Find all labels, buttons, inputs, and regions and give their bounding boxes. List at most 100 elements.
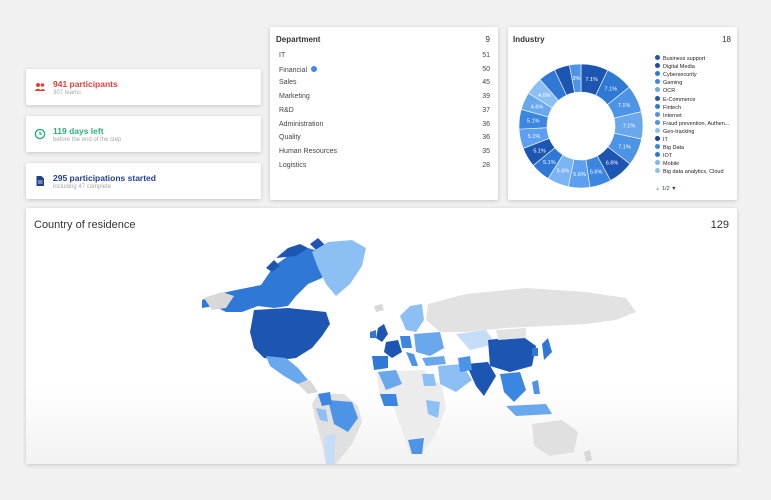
department-row[interactable]: R&D 37 (279, 107, 490, 119)
department-row[interactable]: Marketing 39 (279, 93, 490, 105)
participations-complete: including 47 complete (53, 184, 112, 190)
legend-item[interactable]: Digital Media (655, 63, 695, 71)
legend-swatch (655, 79, 660, 85)
legend-item[interactable]: Geo-tracking (655, 127, 695, 136)
country-mexico (266, 356, 308, 384)
legend-swatch (655, 168, 660, 174)
world-map[interactable] (26, 208, 737, 464)
country-france (384, 340, 402, 358)
days-left-text: 119 days left (53, 126, 104, 136)
legend-label: Internet (663, 112, 682, 119)
pager-text: 1/2 (661, 186, 670, 192)
department-row[interactable]: Logistics 28 (279, 162, 490, 174)
pager-next-icon[interactable]: ▼ (671, 186, 676, 192)
legend-item[interactable]: Fraud prevention, Authen... (655, 119, 730, 128)
legend-label: Fintech (663, 104, 682, 111)
department-value: 50 (482, 65, 490, 73)
legend-swatch (655, 119, 660, 125)
legend-item[interactable]: E-Commerce (655, 95, 696, 104)
industry-slice-label: 7.1% (585, 77, 598, 83)
participants-card: 941 participants 307 teams (26, 69, 261, 105)
department-row[interactable]: IT 51 (279, 52, 490, 64)
department-row[interactable]: Human Resources 35 (279, 148, 490, 160)
legend-label: Fraud prevention, Authen... (663, 120, 730, 127)
legend-item[interactable]: Fintech (655, 103, 682, 112)
country-iceland (374, 304, 384, 312)
legend-swatch (655, 87, 660, 93)
legend-label: OCR (663, 88, 676, 95)
legend-swatch (655, 136, 660, 141)
legend-item[interactable]: OCR (655, 87, 675, 95)
legend-item[interactable]: IT (655, 136, 668, 144)
pager-prev-icon[interactable]: ▲ (655, 186, 660, 192)
days-left-subtitle: before the end of the step (53, 137, 122, 143)
country-iberia (372, 356, 388, 370)
legend-swatch (655, 71, 660, 77)
legend-item[interactable]: Big Data (655, 144, 684, 152)
industry-donut-chart[interactable]: 7.1%7.1%7.1%7.1%7.1%6.6%5.6%5.6%5.6%5.1%… (516, 61, 646, 191)
legend-label: Business support (663, 56, 706, 62)
legend-swatch (655, 55, 660, 60)
legend-swatch (655, 152, 660, 158)
department-value: 36 (482, 134, 490, 142)
country-eastern-europe (414, 332, 444, 356)
department-label: Logistics (279, 161, 307, 169)
legend-label: E-Commerce (663, 96, 696, 103)
legend-label: IOT (663, 153, 673, 160)
country-west-africa (380, 394, 398, 406)
legend-item[interactable]: Internet (655, 111, 682, 120)
country-map-panel: Country of residence 129 (26, 208, 737, 464)
legend-swatch (655, 111, 660, 117)
clock-icon (34, 128, 46, 140)
department-row[interactable]: Quality 36 (279, 134, 490, 146)
country-korea (532, 348, 538, 356)
country-egypt (422, 374, 436, 386)
legend-label: IT (663, 137, 668, 143)
industry-count: 18 (722, 35, 731, 44)
industry-slice-label: 5.1% (528, 134, 541, 140)
legend-item[interactable]: IOT (655, 152, 672, 160)
legend-label: Geo-tracking (663, 128, 695, 135)
legend-item[interactable]: Mobile (655, 160, 679, 168)
industry-slice-label: 7.1% (605, 86, 618, 92)
department-label: Marketing (279, 93, 310, 101)
industry-slice-label: 5.6% (557, 169, 570, 175)
industry-slice-label: 7.1% (618, 144, 631, 150)
country-new-zealand (584, 450, 592, 462)
department-title: Department (276, 35, 321, 44)
department-label: Sales (279, 79, 297, 87)
country-pakistan (458, 356, 472, 372)
industry-slice-label: 5.1% (543, 160, 556, 166)
industry-slice-label: 7.1% (618, 103, 631, 109)
participations-card: 295 participations started including 47 … (26, 163, 261, 199)
country-australia (532, 420, 578, 456)
country-uk (376, 324, 388, 342)
country-turkey (422, 356, 446, 366)
department-label: Administration (279, 120, 324, 128)
industry-slice-label: 5.6% (590, 170, 603, 176)
department-row[interactable]: Sales 45 (279, 79, 490, 91)
people-icon (34, 83, 46, 91)
department-label: Financial (279, 66, 308, 74)
department-value: 39 (482, 93, 490, 101)
legend-item[interactable]: Gaming (655, 79, 682, 87)
legend-item[interactable]: Big data analytics, Cloud (655, 168, 724, 176)
country-usa (250, 308, 330, 360)
teams-count: 307 teams (53, 90, 82, 96)
department-label: Quality (279, 134, 301, 142)
department-value: 37 (482, 106, 490, 114)
legend-label: Big Data (663, 145, 685, 152)
legend-item[interactable]: Business support (655, 55, 705, 63)
country-argentina (324, 434, 336, 464)
department-value: 51 (482, 52, 490, 59)
legend-label: Big data analytics, Cloud (663, 169, 724, 176)
department-row[interactable]: Financial 50 (279, 65, 490, 78)
legend-label: Cybersecurity (663, 72, 697, 79)
legend-swatch (655, 63, 660, 69)
department-panel: Department 9 IT 51 Financial 50 Sales 45… (270, 27, 498, 200)
legend-item[interactable]: Cybersecurity (655, 71, 697, 79)
document-icon (36, 176, 44, 186)
department-row[interactable]: Administration 36 (279, 121, 490, 133)
industry-slice-label: 5.1% (527, 119, 540, 125)
country-germany (400, 336, 412, 348)
